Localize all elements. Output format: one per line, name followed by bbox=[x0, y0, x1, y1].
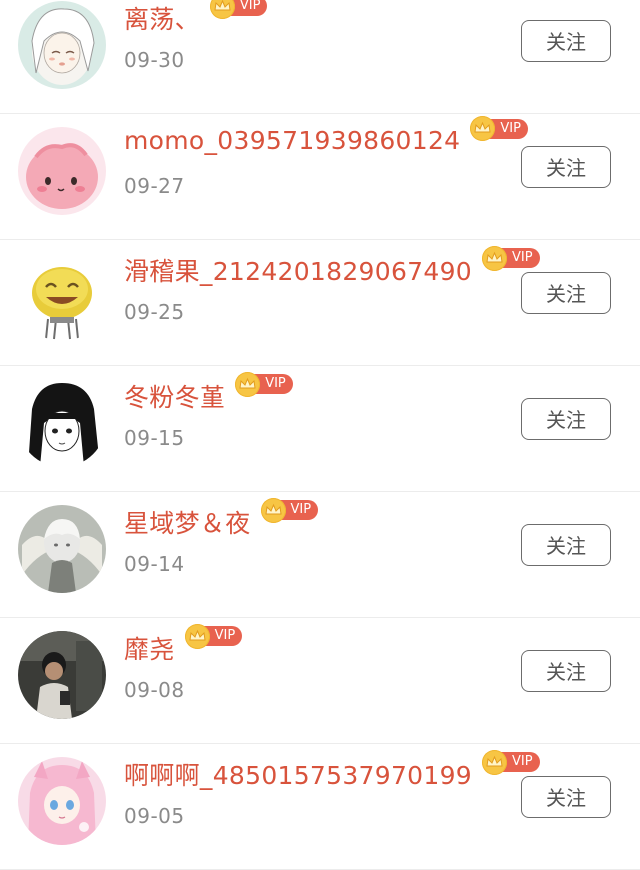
follow-list: 离荡、 VIP 09-30 关注 momo_039571939860124 VI… bbox=[0, 0, 640, 870]
crown-icon bbox=[235, 371, 261, 397]
user-avatar[interactable] bbox=[18, 253, 106, 341]
user-avatar[interactable] bbox=[18, 631, 106, 719]
list-item[interactable]: momo_039571939860124 VIP 09-27 关注 bbox=[0, 114, 640, 240]
crown-icon bbox=[470, 116, 496, 141]
avatar-black-hair-girl-icon bbox=[18, 379, 106, 467]
follow-date: 09-08 bbox=[124, 678, 185, 702]
vip-badge: VIP bbox=[235, 371, 293, 397]
vip-badge: VIP bbox=[209, 0, 268, 19]
user-avatar[interactable] bbox=[18, 127, 106, 215]
follow-date: 09-27 bbox=[124, 174, 185, 198]
follow-button[interactable]: 关注 bbox=[521, 20, 611, 62]
avatar-pink-anime-girl-icon bbox=[18, 757, 106, 845]
vip-badge: VIP bbox=[260, 497, 319, 523]
username[interactable]: 滑稽果_2124201829067490 bbox=[124, 252, 472, 288]
vip-badge: VIP bbox=[184, 623, 243, 649]
follow-button[interactable]: 关注 bbox=[521, 146, 611, 188]
avatar-pink-blob-icon bbox=[18, 127, 106, 215]
follow-button[interactable]: 关注 bbox=[521, 524, 611, 566]
username[interactable]: 离荡、 bbox=[124, 0, 200, 36]
crown-icon bbox=[209, 0, 235, 19]
username[interactable]: 冬粉冬堇 bbox=[124, 378, 225, 414]
follow-button[interactable]: 关注 bbox=[521, 398, 611, 440]
username[interactable]: 靡尧 bbox=[124, 630, 175, 666]
list-item[interactable]: 啊啊啊_4850157537970199 VIP 09-05 关注 bbox=[0, 744, 640, 870]
list-item[interactable]: 靡尧 VIP 09-08 关注 bbox=[0, 618, 640, 744]
list-item[interactable]: 离荡、 VIP 09-30 关注 bbox=[0, 0, 640, 114]
user-avatar[interactable] bbox=[18, 505, 106, 593]
follow-button[interactable]: 关注 bbox=[521, 650, 611, 692]
crown-icon bbox=[184, 623, 210, 649]
crown-icon bbox=[482, 749, 507, 775]
vip-badge: VIP bbox=[482, 749, 540, 775]
list-item[interactable]: 星域梦＆夜 VIP 09-14 关注 bbox=[0, 492, 640, 618]
avatar-person-photo-icon bbox=[18, 631, 106, 719]
follow-date: 09-30 bbox=[124, 48, 185, 72]
follow-date: 09-14 bbox=[124, 552, 185, 576]
user-avatar[interactable] bbox=[18, 379, 106, 467]
vip-badge: VIP bbox=[482, 245, 540, 271]
username[interactable]: 啊啊啊_4850157537970199 bbox=[124, 756, 472, 792]
follow-date: 09-25 bbox=[124, 300, 185, 324]
avatar-laughing-emoji-icon bbox=[18, 253, 106, 341]
list-item[interactable]: 滑稽果_2124201829067490 VIP 09-25 关注 bbox=[0, 240, 640, 366]
avatar-winged-boy-icon bbox=[18, 505, 106, 593]
username[interactable]: 星域梦＆夜 bbox=[124, 504, 251, 540]
user-avatar[interactable] bbox=[18, 1, 106, 89]
username[interactable]: momo_039571939860124 bbox=[124, 126, 460, 155]
follow-date: 09-05 bbox=[124, 804, 185, 828]
follow-button[interactable]: 关注 bbox=[521, 272, 611, 314]
vip-badge: VIP bbox=[470, 116, 528, 141]
avatar-anime-girl-white-hair-icon bbox=[18, 1, 106, 89]
list-item[interactable]: 冬粉冬堇 VIP 09-15 关注 bbox=[0, 366, 640, 492]
crown-icon bbox=[482, 245, 507, 271]
follow-button[interactable]: 关注 bbox=[521, 776, 611, 818]
crown-icon bbox=[260, 497, 286, 523]
user-avatar[interactable] bbox=[18, 757, 106, 845]
follow-date: 09-15 bbox=[124, 426, 185, 450]
